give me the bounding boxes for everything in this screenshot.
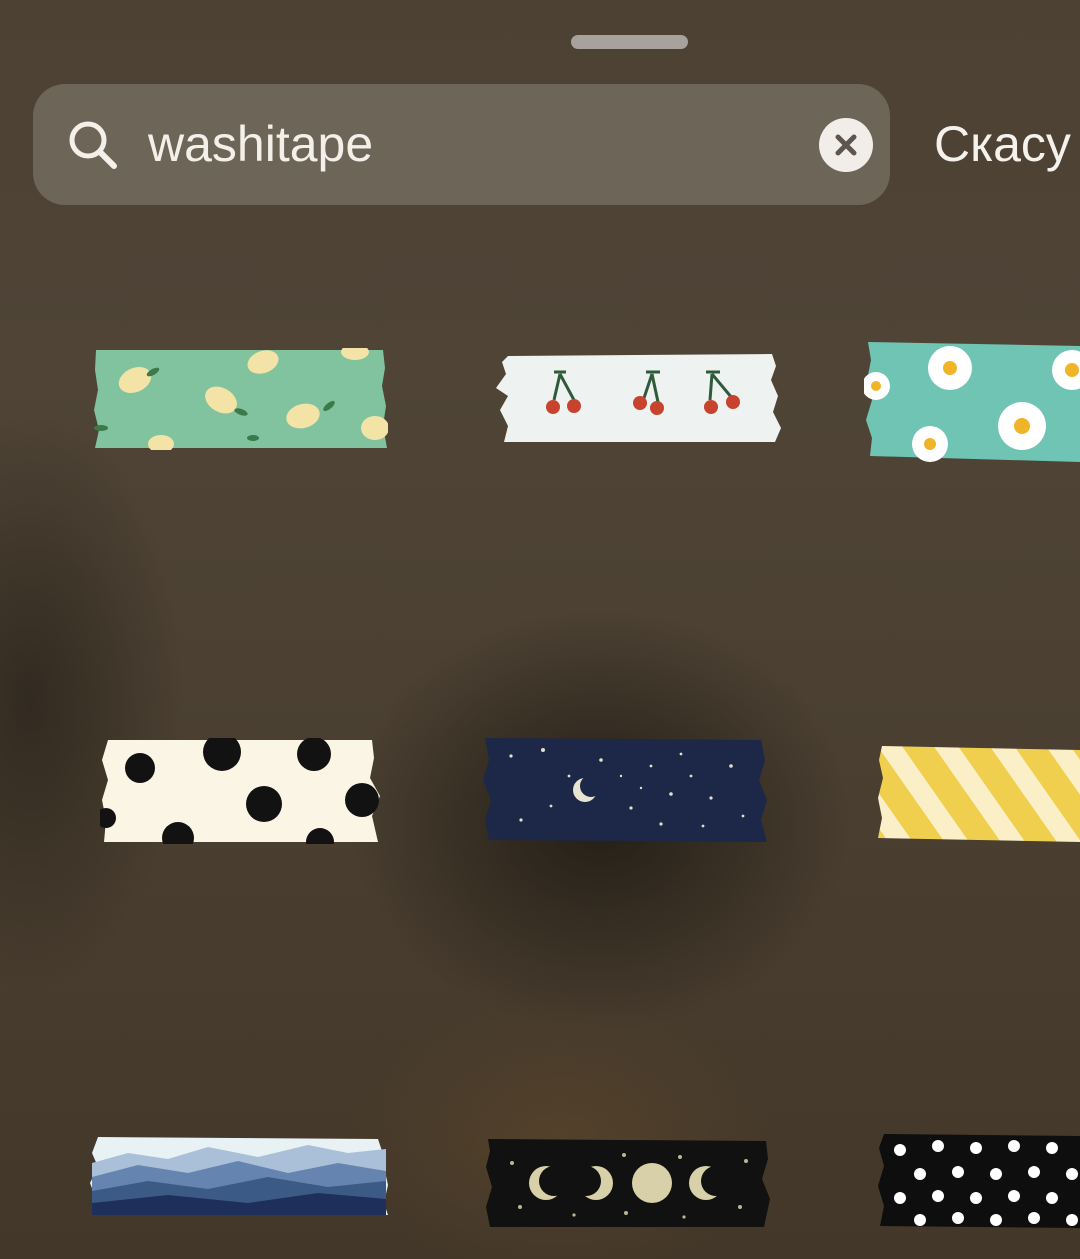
- sticker-blue-mountains[interactable]: [88, 1133, 390, 1217]
- sticker-polka-dot-cream[interactable]: [100, 738, 382, 844]
- sticker-yellow-stripes[interactable]: [876, 744, 1080, 844]
- sticker-lemon-pattern[interactable]: [93, 348, 388, 450]
- close-icon: [835, 134, 857, 156]
- drag-handle[interactable]: [571, 35, 688, 49]
- search-input[interactable]: [148, 108, 798, 180]
- search-icon: [66, 118, 122, 174]
- sticker-moon-phases[interactable]: [484, 1137, 772, 1229]
- clear-search-button[interactable]: [819, 118, 873, 172]
- cancel-button[interactable]: Скасу: [934, 112, 1071, 176]
- sticker-polka-dot-black[interactable]: [876, 1132, 1080, 1230]
- sticker-cherry-pattern[interactable]: [494, 352, 786, 444]
- sticker-night-sky-moon[interactable]: [481, 736, 769, 844]
- sticker-daisy-pattern[interactable]: [864, 340, 1080, 462]
